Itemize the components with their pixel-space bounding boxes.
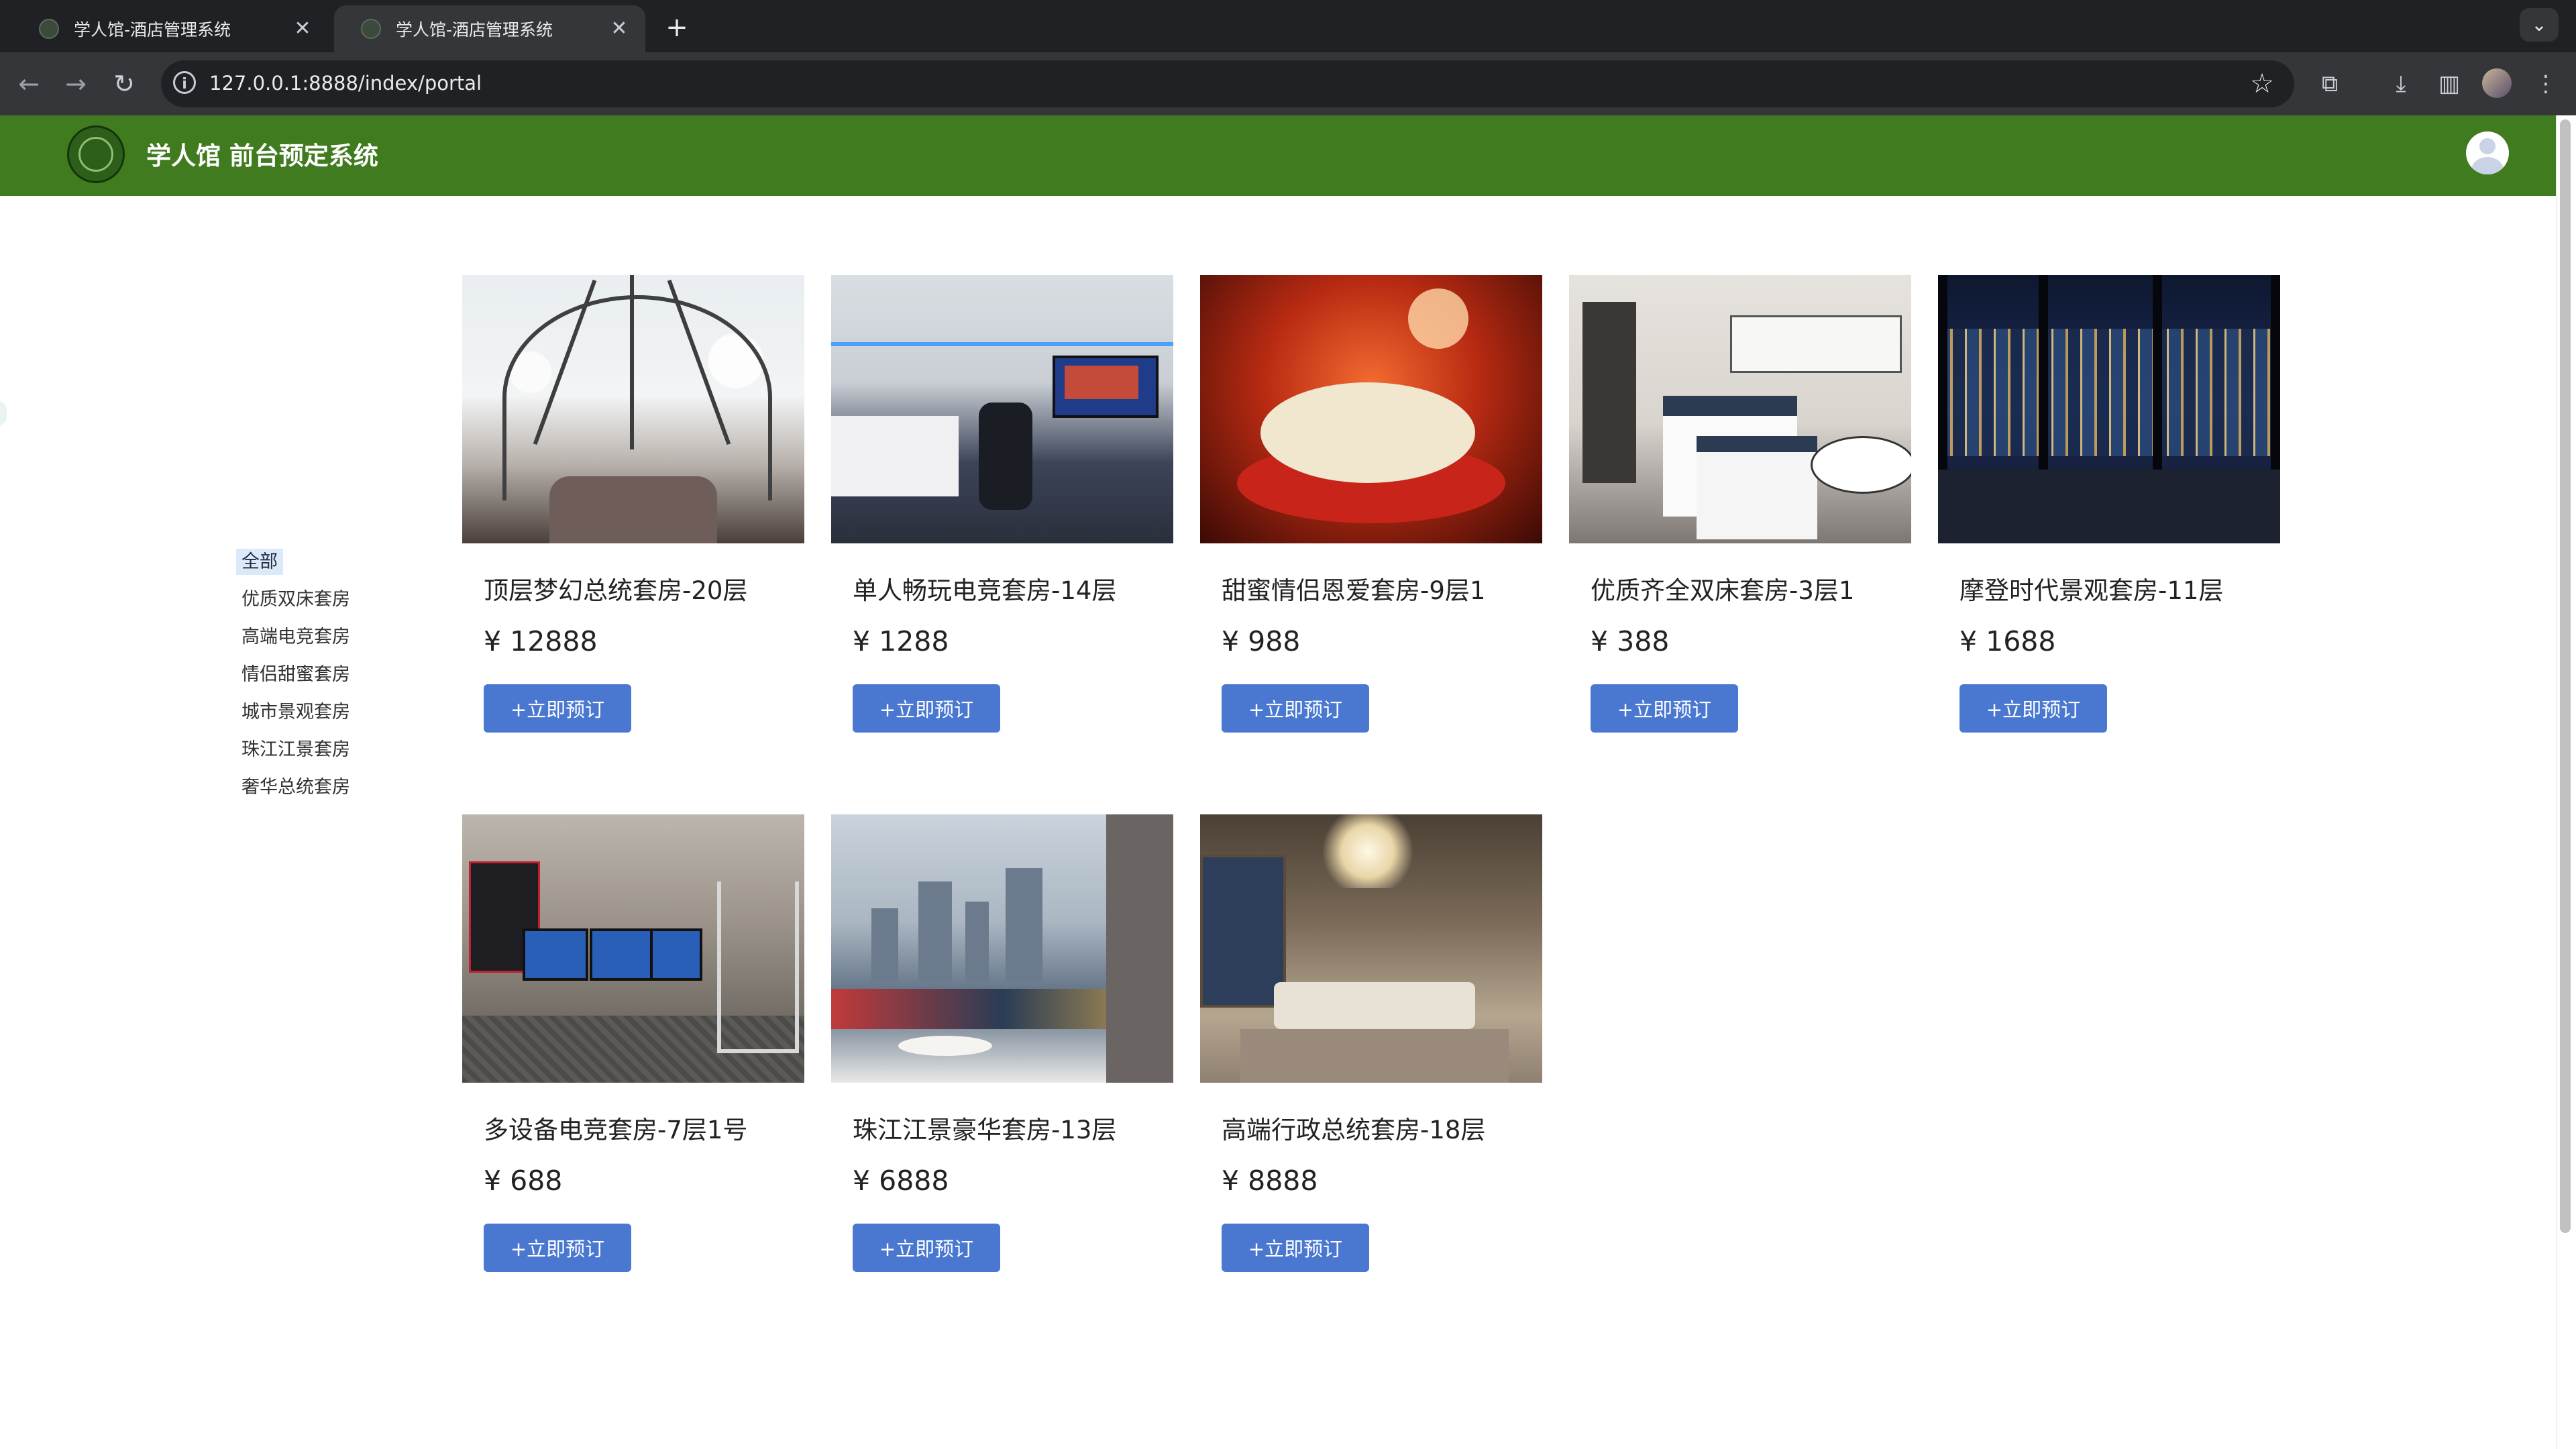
bookmark-star-icon[interactable]: ☆ [2250, 66, 2274, 102]
category-list: 全部 优质双床套房 高端电竞套房 情侣甜蜜套房 城市景观套房 珠江江景套房 奢华… [236, 543, 370, 806]
room-card: 高端行政总统套房-18层 ¥ 8888 +立即预订 [1200, 814, 1542, 1272]
room-photo[interactable] [1200, 814, 1542, 1083]
room-name: 甜蜜情侣恩爱套房-9层1 [1222, 576, 1486, 605]
book-now-button[interactable]: +立即预订 [1222, 1224, 1369, 1272]
category-item-all[interactable]: 全部 [236, 543, 370, 581]
room-name: 单人畅玩电竞套房-14层 [853, 576, 1117, 605]
room-photo[interactable] [462, 814, 804, 1083]
category-item-presidential-suite[interactable]: 奢华总统套房 [236, 769, 370, 806]
tab-title: 学人馆-酒店管理系统 [396, 20, 553, 40]
book-now-button[interactable]: +立即预订 [484, 684, 631, 733]
side-drawer-handle[interactable] [0, 401, 7, 425]
book-now-button[interactable]: +立即预订 [484, 1224, 631, 1272]
room-name: 珠江江景豪华套房-13层 [853, 1116, 1117, 1144]
address-bar[interactable]: i 127.0.0.1:8888/index/portal ☆ [161, 60, 2294, 107]
room-name: 摩登时代景观套房-11层 [1960, 576, 2224, 605]
profile-avatar-icon[interactable] [2482, 68, 2512, 98]
site-favicon-icon [39, 19, 59, 39]
room-photo[interactable] [462, 275, 804, 543]
category-item-couple-suite[interactable]: 情侣甜蜜套房 [236, 656, 370, 694]
hotel-logo-icon [67, 125, 125, 183]
room-card: 摩登时代景观套房-11层 ¥ 1688 +立即预订 [1938, 275, 2280, 733]
reload-icon[interactable]: ↻ [106, 66, 142, 102]
room-price: ¥ 12888 [484, 625, 598, 657]
more-menu-icon[interactable]: ⋮ [2528, 66, 2564, 102]
room-card: 多设备电竞套房-7层1号 ¥ 688 +立即预订 [462, 814, 804, 1272]
close-icon[interactable]: ✕ [609, 19, 629, 39]
category-item-twin-suite[interactable]: 优质双床套房 [236, 581, 370, 619]
tab-search-chevron-icon[interactable]: ⌄ [2520, 8, 2559, 42]
close-icon[interactable]: ✕ [292, 19, 313, 39]
category-item-esports-suite[interactable]: 高端电竞套房 [236, 619, 370, 656]
book-now-button[interactable]: +立即预订 [1960, 684, 2107, 733]
room-price: ¥ 688 [484, 1165, 563, 1197]
room-card: 甜蜜情侣恩爱套房-9层1 ¥ 988 +立即预订 [1200, 275, 1542, 733]
forward-arrow-icon[interactable]: → [58, 66, 94, 102]
site-info-icon[interactable]: i [173, 71, 196, 94]
room-name: 多设备电竞套房-7层1号 [484, 1116, 748, 1144]
browser-tab[interactable]: 学人馆-酒店管理系统 ✕ [12, 5, 329, 52]
book-now-button[interactable]: +立即预订 [1222, 684, 1369, 733]
room-card: 珠江江景豪华套房-13层 ¥ 6888 +立即预订 [831, 814, 1173, 1272]
scrollbar-thumb[interactable] [2560, 119, 2571, 1233]
user-avatar-icon[interactable] [2466, 131, 2509, 174]
room-name: 优质齐全双床套房-3层1 [1591, 576, 1855, 605]
room-name: 高端行政总统套房-18层 [1222, 1116, 1486, 1144]
room-photo[interactable] [1569, 275, 1911, 543]
room-card: 优质齐全双床套房-3层1 ¥ 388 +立即预订 [1569, 275, 1911, 733]
category-item-river-view-suite[interactable]: 珠江江景套房 [236, 731, 370, 769]
extensions-puzzle-icon[interactable]: ⧉ [2312, 66, 2348, 102]
room-card: 单人畅玩电竞套房-14层 ¥ 1288 +立即预订 [831, 275, 1173, 733]
new-tab-plus-icon[interactable]: + [660, 11, 694, 44]
room-photo[interactable] [831, 814, 1173, 1083]
room-name: 顶层梦幻总统套房-20层 [484, 576, 748, 605]
app-header: 学人馆 前台预定系统 [0, 115, 2556, 196]
room-price: ¥ 1688 [1960, 625, 2056, 657]
side-panel-icon[interactable]: ▥ [2431, 66, 2467, 102]
room-photo[interactable] [1200, 275, 1542, 543]
room-price: ¥ 1288 [853, 625, 949, 657]
category-item-city-view-suite[interactable]: 城市景观套房 [236, 694, 370, 731]
book-now-button[interactable]: +立即预订 [853, 1224, 1000, 1272]
room-photo[interactable] [1938, 275, 2280, 543]
download-icon[interactable]: ⤓ [2383, 66, 2419, 102]
book-now-button[interactable]: +立即预订 [853, 684, 1000, 733]
book-now-button[interactable]: +立即预订 [1591, 684, 1738, 733]
site-favicon-icon [361, 19, 381, 39]
room-card: 顶层梦幻总统套房-20层 ¥ 12888 +立即预订 [462, 275, 804, 733]
room-price: ¥ 388 [1591, 625, 1670, 657]
tab-title: 学人馆-酒店管理系统 [74, 20, 231, 40]
room-photo[interactable] [831, 275, 1173, 543]
room-price: ¥ 8888 [1222, 1165, 1318, 1197]
back-arrow-icon[interactable]: ← [11, 66, 47, 102]
room-price: ¥ 988 [1222, 625, 1301, 657]
browser-tab-strip: 学人馆-酒店管理系统 ✕ 学人馆-酒店管理系统 ✕ + ⌄ [0, 0, 2576, 52]
address-url[interactable]: 127.0.0.1:8888/index/portal [209, 72, 482, 95]
app-title: 学人馆 前台预定系统 [146, 142, 378, 170]
browser-tab-active[interactable]: 学人馆-酒店管理系统 ✕ [334, 5, 645, 52]
browser-toolbar: ← → ↻ i 127.0.0.1:8888/index/portal ☆ ⧉ … [0, 52, 2576, 115]
room-price: ¥ 6888 [853, 1165, 949, 1197]
